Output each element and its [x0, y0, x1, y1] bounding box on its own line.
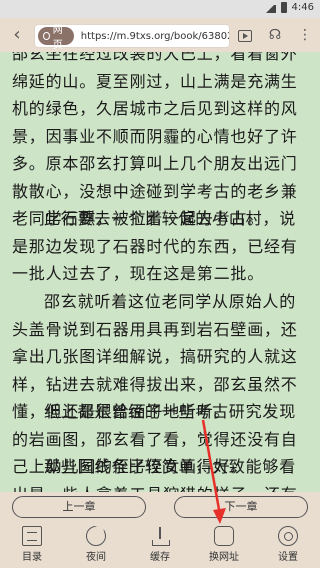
paragraph-2: 此行要去一个比较偏的小山村，说是那边发现了石器时代的东西，已经有一批人过去了，现… [12, 209, 298, 283]
globe-icon [43, 32, 50, 40]
list-icon [22, 526, 42, 546]
status-icons: 4:46 [265, 2, 314, 13]
nav-label: 设置 [278, 552, 298, 563]
more-vertical-icon[interactable]: ⋮ [294, 24, 316, 46]
nav-item-night[interactable]: 夜间 [64, 522, 128, 568]
prev-chapter-button[interactable]: 上一章 [12, 496, 146, 518]
nav-label: 夜间 [86, 552, 106, 563]
download-icon [150, 526, 170, 546]
nav-item-settings[interactable]: 设置 [256, 522, 320, 568]
nav-label: 目录 [22, 552, 42, 563]
nav-item-toc[interactable]: 目录 [0, 522, 64, 568]
signal-icon [265, 3, 276, 13]
swap-icon [214, 526, 234, 546]
next-chapter-button[interactable]: 下一章 [174, 496, 308, 518]
chevron-left-icon[interactable]: ‹ [6, 24, 28, 46]
play-box-icon[interactable] [234, 24, 256, 46]
nav-label: 换网址 [209, 552, 239, 563]
headphones-icon[interactable]: ☊ [264, 24, 286, 46]
status-time: 4:46 [291, 2, 314, 13]
paragraph-5: 那些图线条比较简单，大致能够看出是一些人拿着工具狩猎的样子，还有一些各类 [12, 457, 297, 492]
gear-icon [278, 526, 298, 546]
webpage-tag[interactable]: 网页 [38, 25, 74, 51]
webpage-tag-label: 网页 [52, 25, 63, 51]
browser-toolbar: ‹ 网页 https://m.9txs.org/book/63802/84...… [0, 18, 320, 52]
nav-item-change-url[interactable]: 换网址 [192, 522, 256, 568]
moon-icon [86, 526, 106, 546]
battery-icon [280, 2, 287, 13]
reading-content[interactable]: 邵玄坐在经过改装的大巴上，看着窗外绵延的山。夏至刚过，山上满是充满生机的绿色，久… [0, 52, 320, 492]
url-text: https://m.9txs.org/book/63802/84... [80, 30, 229, 42]
status-bar: 4:46 [0, 0, 320, 18]
bottom-nav: 目录 夜间 缓存 换网址 设置 [0, 522, 320, 568]
chapter-nav: 上一章 下一章 [0, 492, 320, 522]
nav-item-cache[interactable]: 缓存 [128, 522, 192, 568]
nav-label: 缓存 [150, 552, 170, 563]
url-bar[interactable]: 网页 https://m.9txs.org/book/63802/84... [34, 24, 230, 51]
